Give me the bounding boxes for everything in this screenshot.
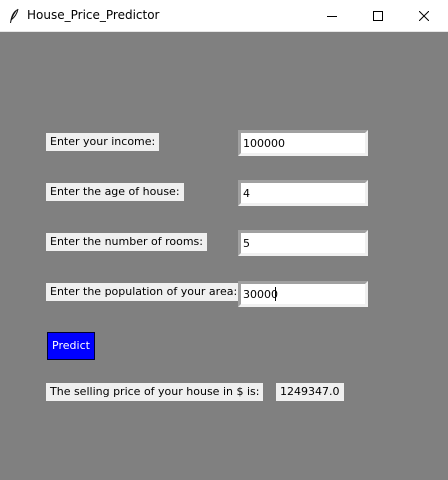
main-window-body: Enter your income: Enter the age of hous… — [0, 32, 448, 480]
close-button[interactable] — [401, 0, 447, 31]
rooms-label: Enter the number of rooms: — [46, 233, 207, 251]
result-value: 1249347.0 — [276, 383, 344, 401]
population-field[interactable] — [243, 285, 361, 303]
population-field-frame[interactable] — [238, 281, 368, 307]
house-age-field[interactable] — [243, 184, 361, 202]
title-bar[interactable]: House_Price_Predictor — [0, 0, 448, 32]
result-label: The selling price of your house in $ is: — [46, 383, 264, 401]
population-label: Enter the population of your area: — [46, 283, 242, 301]
income-label: Enter your income: — [46, 133, 160, 151]
minimize-icon — [327, 15, 337, 17]
rooms-field[interactable] — [243, 234, 361, 252]
feather-app-icon — [10, 8, 19, 23]
house-age-label: Enter the age of house: — [46, 183, 184, 201]
income-field[interactable] — [243, 134, 361, 152]
text-cursor — [275, 287, 276, 301]
close-icon — [419, 10, 429, 21]
window-title: House_Price_Predictor — [27, 8, 160, 22]
minimize-button[interactable] — [309, 0, 355, 31]
maximize-button[interactable] — [355, 0, 401, 31]
predict-button[interactable]: Predict — [47, 332, 95, 360]
income-field-frame[interactable] — [238, 130, 368, 156]
maximize-icon — [373, 10, 383, 21]
house-age-field-frame[interactable] — [238, 180, 368, 206]
rooms-field-frame[interactable] — [238, 230, 368, 256]
